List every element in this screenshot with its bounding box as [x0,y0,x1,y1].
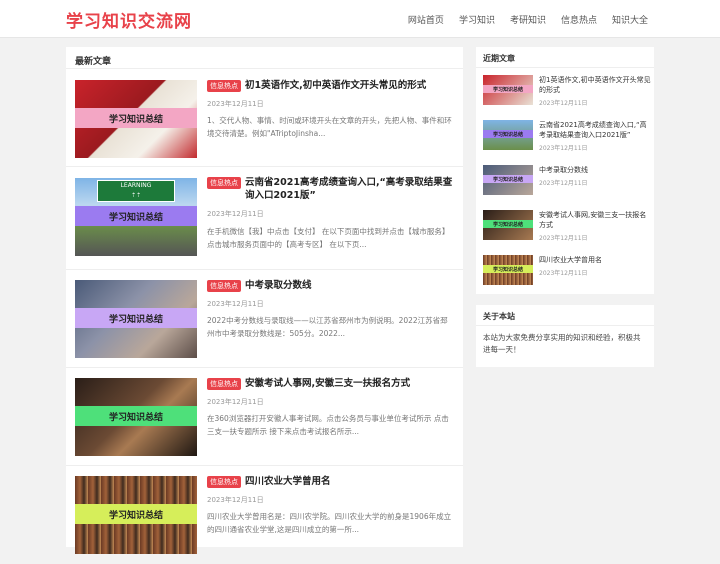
recent-thumbnail: 学习知识总结 [483,120,533,150]
article-excerpt: 四川农业大学曾用名是：四川农学院。四川农业大学的前身是1906年成立的四川通省农… [207,512,452,534]
recent-item[interactable]: 学习知识总结 云南省2021高考成绩查询入口,“高考录取结果查询入口2021版”… [483,120,649,154]
recent-articles-panel: 近期文章 学习知识总结 初1英语作文,初中英语作文开头常见的形式 2023年12… [476,47,654,294]
article-title[interactable]: 四川农业大学曾用名 [245,475,455,488]
thumbnail-label: 学习知识总结 [75,108,197,128]
article-item: 学习知识总结 信息热点 四川农业大学曾用名 2023年12月11日 四川农业大学… [66,466,463,564]
article-title[interactable]: 初1英语作文,初中英语作文开头常见的形式 [245,79,455,92]
nav-item-home[interactable]: 网站首页 [408,13,444,26]
nav-item-postgrad[interactable]: 考研知识 [510,13,546,26]
section-title: 最新文章 [66,47,463,69]
recent-title: 安徽考试人事网,安徽三支一扶报名方式 [539,211,647,229]
recent-item[interactable]: 学习知识总结 中考录取分数线 2023年12月11日 [483,165,649,199]
recent-date: 2023年12月11日 [539,270,588,277]
article-item: 学习知识总结 信息热点 中考录取分数线 2023年12月11日 2022中考分数… [66,270,463,368]
recent-title: 初1英语作文,初中英语作文开头常见的形式 [539,76,651,94]
article-title[interactable]: 云南省2021高考成绩查询入口,“高考录取结果查询入口2021版” [245,176,455,202]
article-thumbnail[interactable]: 学习知识总结 [75,378,197,456]
article-excerpt: 在360浏览器打开安徽人事考试网。点击公务员与事业单位考试所示 点击三支一扶专题… [207,414,449,436]
article-item: 学习知识总结 信息热点 安徽考试人事网,安徽三支一扶报名方式 2023年12月1… [66,368,463,466]
recent-thumbnail: 学习知识总结 [483,165,533,195]
article-thumbnail[interactable]: LEARNING ⇡⇡ 学习知识总结 [75,178,197,256]
recent-title: 云南省2021高考成绩查询入口,“高考录取结果查询入口2021版” [539,121,647,139]
recent-item[interactable]: 学习知识总结 初1英语作文,初中英语作文开头常见的形式 2023年12月11日 [483,75,651,109]
article-date: 2023年12月11日 [207,398,264,406]
recent-title: 中考录取分数线 [539,166,588,174]
main-nav: 网站首页 学习知识 考研知识 信息热点 知识大全 [393,13,648,26]
recent-item[interactable]: 学习知识总结 安徽考试人事网,安徽三支一扶报名方式 2023年12月11日 [483,210,649,244]
sidebar-title: 近期文章 [476,47,654,68]
about-panel: 关于本站 本站为大家免费分享实用的知识和经验，积极共进每一天！ [476,305,654,367]
category-badge[interactable]: 信息热点 [207,80,241,92]
nav-item-study[interactable]: 学习知识 [459,13,495,26]
article-item: LEARNING ⇡⇡ 学习知识总结 信息热点 云南省2021高考成绩查询入口,“… [66,167,463,270]
article-excerpt: 1、交代人物、事情、时间或环境开头在文章的开头，先把人物、事件和环境交待清楚。例… [207,116,452,138]
about-title: 关于本站 [476,305,654,326]
article-excerpt: 在手机微信【我】中点击【支付】 在以下页面中找到并点击【城市服务】 点击城市服务… [207,227,450,249]
recent-date: 2023年12月11日 [539,145,588,152]
category-badge[interactable]: 信息热点 [207,476,241,488]
article-title[interactable]: 安徽考试人事网,安徽三支一扶报名方式 [245,377,455,390]
article-thumbnail[interactable]: 学习知识总结 [75,80,197,158]
category-badge[interactable]: 信息热点 [207,378,241,390]
nav-item-all[interactable]: 知识大全 [612,13,648,26]
article-date: 2023年12月11日 [207,496,264,504]
latest-articles-panel: 最新文章 学习知识总结 信息热点 初1英语作文,初中英语作文开头常见的形式 20… [66,47,463,554]
recent-thumbnail: 学习知识总结 [483,210,533,240]
thumbnail-label: 学习知识总结 [75,406,197,426]
recent-thumbnail: 学习知识总结 [483,255,533,285]
article-title[interactable]: 中考录取分数线 [245,279,455,292]
article-date: 2023年12月11日 [207,210,264,218]
about-text: 本站为大家免费分享实用的知识和经验，积极共进每一天！ [483,333,641,354]
road-sign-icon: LEARNING ⇡⇡ [97,180,175,202]
category-badge[interactable]: 信息热点 [207,280,241,292]
article-thumbnail[interactable]: 学习知识总结 [75,476,197,554]
recent-date: 2023年12月11日 [539,180,588,187]
site-header: 学习知识交流网 网站首页 学习知识 考研知识 信息热点 知识大全 [0,0,720,38]
thumbnail-label: 学习知识总结 [75,308,197,328]
recent-title: 四川农业大学曾用名 [539,256,602,264]
category-badge[interactable]: 信息热点 [207,177,241,189]
article-excerpt: 2022中考分数线与录取线——以江苏省邳州市为例说明。2022江苏省邳州市中考录… [207,316,448,338]
recent-date: 2023年12月11日 [539,100,588,107]
site-logo[interactable]: 学习知识交流网 [66,7,192,32]
recent-item[interactable]: 学习知识总结 四川农业大学曾用名 2023年12月11日 [483,255,649,289]
article-thumbnail[interactable]: 学习知识总结 [75,280,197,358]
thumbnail-label: 学习知识总结 [75,206,197,226]
article-item: 学习知识总结 信息热点 初1英语作文,初中英语作文开头常见的形式 2023年12… [66,69,463,167]
article-date: 2023年12月11日 [207,100,264,108]
nav-item-hot[interactable]: 信息热点 [561,13,597,26]
recent-date: 2023年12月11日 [539,235,588,242]
recent-thumbnail: 学习知识总结 [483,75,533,105]
thumbnail-label: 学习知识总结 [75,504,197,524]
article-date: 2023年12月11日 [207,300,264,308]
